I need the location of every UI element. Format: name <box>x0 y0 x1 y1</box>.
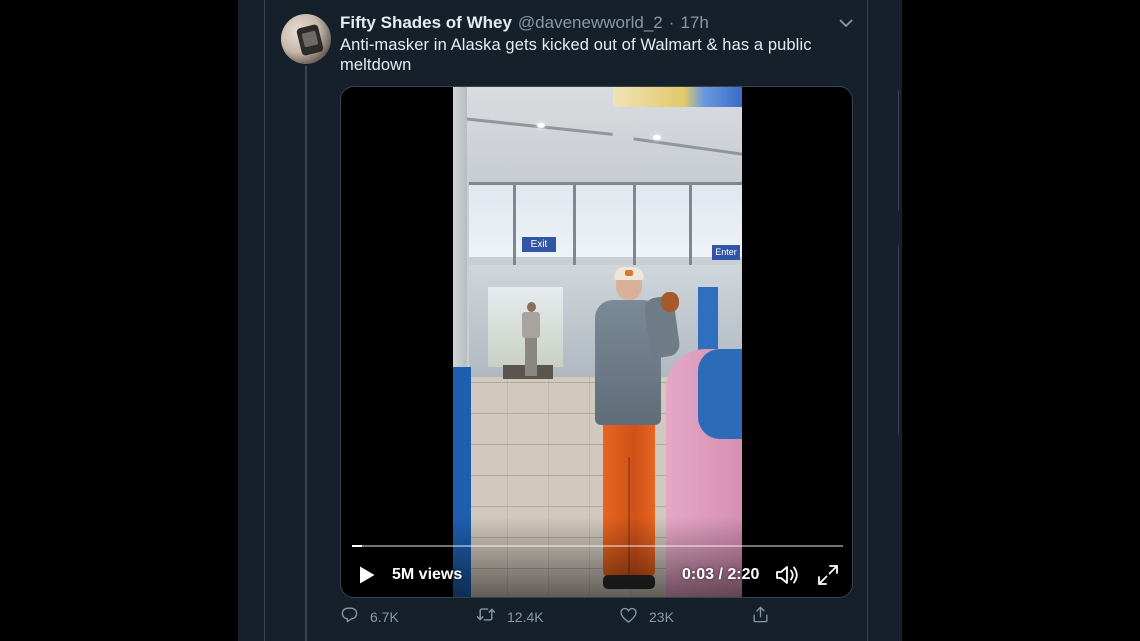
tweet-header: Fifty Shades of Whey @davenewworld_2 · 1… <box>340 13 709 33</box>
progress-bar[interactable] <box>352 545 843 547</box>
right-rail-edge <box>898 90 902 210</box>
reply-count: 6.7K <box>370 609 399 625</box>
share-button[interactable] <box>751 606 770 628</box>
display-name[interactable]: Fifty Shades of Whey <box>340 13 512 33</box>
video-player[interactable]: Exit Enter 5M views 0:03 / 2:20 <box>340 86 853 598</box>
letterbox-left <box>0 0 238 641</box>
heart-icon <box>619 606 638 629</box>
play-icon[interactable] <box>356 564 378 586</box>
share-icon <box>751 605 770 629</box>
handle[interactable]: @davenewworld_2 <box>518 13 663 33</box>
thread-line <box>305 66 307 641</box>
retweet-count: 12.4K <box>507 609 544 625</box>
video-time: 0:03 / 2:20 <box>682 566 760 583</box>
reply-icon <box>340 605 359 629</box>
letterbox-right <box>902 0 1140 641</box>
exit-sign: Exit <box>522 237 556 252</box>
volume-muted-icon[interactable] <box>775 563 801 587</box>
retweet-icon <box>476 605 496 629</box>
timestamp[interactable]: 17h <box>680 13 708 33</box>
like-count: 23K <box>649 609 674 625</box>
separator-dot: · <box>668 13 675 32</box>
tweet-text: Anti-masker in Alaska gets kicked out of… <box>340 36 812 74</box>
avatar[interactable] <box>281 14 331 64</box>
right-rail-edge <box>898 245 902 435</box>
retweet-button[interactable]: 12.4K <box>476 606 544 628</box>
fullscreen-icon[interactable] <box>816 563 840 587</box>
like-button[interactable]: 23K <box>619 606 674 628</box>
chevron-down-icon[interactable] <box>837 15 855 31</box>
view-count: 5M views <box>392 566 463 583</box>
reply-button[interactable]: 6.7K <box>340 606 399 628</box>
enter-sign: Enter <box>712 245 740 260</box>
progress-fill <box>352 545 363 547</box>
